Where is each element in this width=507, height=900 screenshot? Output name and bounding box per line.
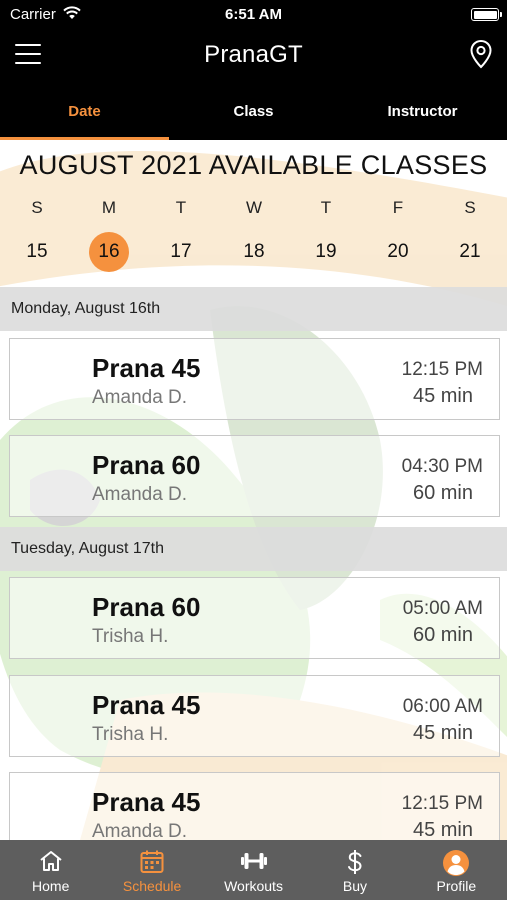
profile-avatar-icon: [442, 849, 470, 880]
dumbbell-icon: [239, 849, 269, 876]
class-duration: 45 min: [412, 819, 473, 840]
class-time: 04:30 PM: [401, 456, 483, 477]
bottom-tab-home[interactable]: Home: [0, 840, 101, 900]
bottom-tab-label: Workouts: [224, 878, 283, 894]
class-name: Prana 45: [92, 353, 201, 383]
class-duration: 45 min: [412, 385, 473, 407]
day-section-header: Tuesday, August 17th: [0, 527, 507, 571]
app-title: PranaGT: [204, 41, 303, 68]
navigation-bar: PranaGT: [0, 30, 507, 80]
tab-instructor[interactable]: Instructor: [338, 80, 507, 140]
weekday-label: T: [175, 198, 187, 217]
bottom-tab-label: Profile: [436, 878, 477, 894]
month-title: AUGUST 2021 AVAILABLE CLASSES: [19, 150, 488, 180]
class-card[interactable]: Prana 60 Trisha H. 05:00 AM 60 min: [9, 577, 500, 659]
date-cell[interactable]: 20: [378, 232, 418, 272]
class-name: Prana 60: [92, 592, 201, 622]
dollar-icon: [345, 849, 365, 878]
class-time: 06:00 AM: [402, 696, 483, 717]
class-instructor: Trisha H.: [92, 724, 169, 745]
tab-date[interactable]: Date: [0, 80, 169, 140]
bottom-tab-profile[interactable]: Profile: [406, 840, 507, 900]
schedule-content[interactable]: AUGUST 2021 AVAILABLE CLASSES S M T W T …: [0, 140, 507, 840]
class-time: 12:15 PM: [401, 359, 483, 380]
battery-icon: [471, 8, 502, 21]
clock: 6:51 AM: [225, 6, 282, 23]
calendar-icon: [139, 849, 165, 878]
class-name: Prana 45: [92, 787, 201, 817]
bottom-tab-label: Schedule: [122, 878, 182, 894]
class-duration: 60 min: [412, 482, 473, 504]
bottom-tab-workouts[interactable]: Workouts: [203, 840, 304, 900]
bottom-tab-label: Home: [32, 878, 70, 894]
class-instructor: Amanda D.: [92, 387, 188, 408]
date-cell-selected[interactable]: 16: [89, 232, 129, 272]
bottom-tab-schedule[interactable]: Schedule: [101, 840, 202, 900]
weekday-label: T: [320, 198, 332, 217]
status-bar: Carrier 6:51 AM: [0, 0, 507, 30]
class-name: Prana 45: [92, 690, 201, 720]
class-instructor: Amanda D.: [92, 821, 188, 840]
class-duration: 60 min: [412, 624, 473, 646]
bottom-tab-buy[interactable]: Buy: [304, 840, 405, 900]
weekday-label: F: [392, 198, 404, 217]
weekday-label: W: [245, 198, 263, 217]
bottom-tab-label: Buy: [342, 878, 367, 894]
class-name: Prana 60: [92, 450, 201, 480]
day-section-header: Monday, August 16th: [0, 287, 507, 331]
home-icon: [38, 849, 64, 876]
weekday-label: S: [464, 198, 476, 217]
date-cell[interactable]: 19: [306, 232, 346, 272]
date-cell[interactable]: 18: [234, 232, 274, 272]
date-cell[interactable]: 17: [161, 232, 201, 272]
date-cell[interactable]: 15: [17, 232, 57, 272]
class-instructor: Amanda D.: [92, 484, 188, 505]
weekday-label: M: [101, 198, 117, 217]
class-card[interactable]: Prana 45 Amanda D. 12:15 PM 45 min: [9, 772, 500, 840]
class-card[interactable]: Prana 60 Amanda D. 04:30 PM 60 min: [9, 435, 500, 517]
bottom-tab-bar: Home Schedule Workouts Buy Profile: [0, 840, 507, 900]
class-time: 12:15 PM: [401, 793, 483, 814]
schedule-filter-tabs: Date Class Instructor: [0, 80, 507, 140]
class-card[interactable]: Prana 45 Amanda D. 12:15 PM 45 min: [9, 338, 500, 420]
location-pin-icon[interactable]: [469, 39, 493, 74]
class-instructor: Trisha H.: [92, 626, 169, 647]
class-time: 05:00 AM: [402, 598, 483, 619]
date-cell[interactable]: 21: [450, 232, 490, 272]
tab-class[interactable]: Class: [169, 80, 338, 140]
class-duration: 45 min: [412, 722, 473, 744]
weekday-label: S: [31, 198, 43, 217]
class-card[interactable]: Prana 45 Trisha H. 06:00 AM 45 min: [9, 675, 500, 757]
